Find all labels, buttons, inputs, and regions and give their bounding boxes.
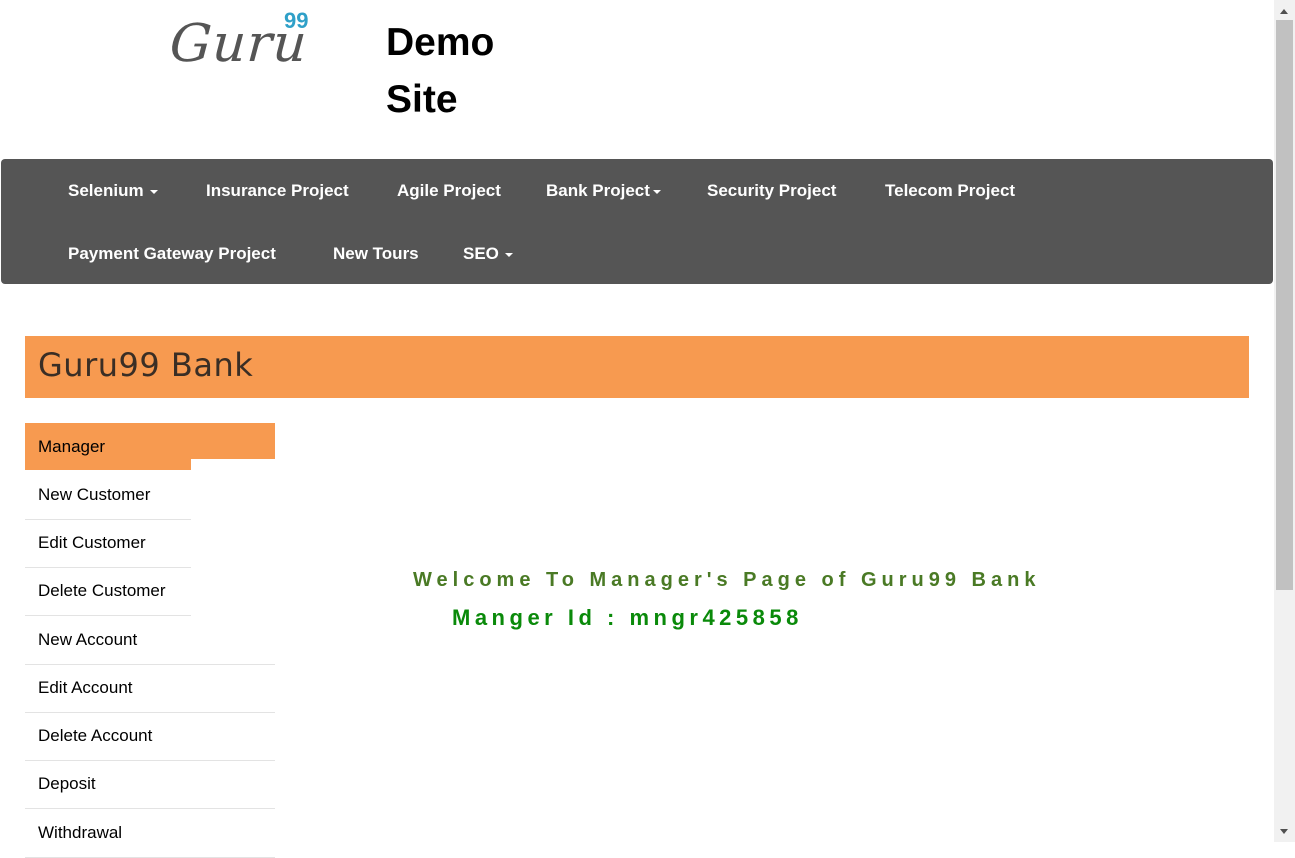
nav-label: Selenium [68, 181, 144, 200]
menu-item-withdrawal[interactable]: Withdrawal [25, 809, 275, 858]
nav-payment-gateway-project[interactable]: Payment Gateway Project [68, 244, 276, 264]
nav-insurance-project[interactable]: Insurance Project [206, 181, 349, 201]
menu-item-edit-customer[interactable]: Edit Customer [25, 519, 191, 568]
nav-label: Telecom Project [885, 181, 1016, 200]
menu-item-label: Edit Account [38, 678, 133, 697]
scroll-down-arrow-icon[interactable] [1280, 829, 1288, 834]
menu-item-manager[interactable]: Manager [25, 423, 275, 459]
nav-label: Security Project [707, 181, 837, 200]
page-scrollbar[interactable] [1274, 0, 1295, 842]
active-item-tab [25, 459, 191, 470]
guru99-logo[interactable]: Guru 99 [168, 8, 320, 74]
nav-label: Agile Project [397, 181, 501, 200]
nav-selenium[interactable]: Selenium [68, 181, 158, 201]
nav-seo[interactable]: SEO [463, 244, 513, 264]
logo-superscript: 99 [284, 8, 309, 33]
caret-down-icon [149, 189, 158, 194]
bank-banner: Guru99 Bank [25, 336, 1249, 398]
menu-item-label: Withdrawal [38, 823, 123, 842]
menu-item-label: Delete Account [38, 726, 153, 745]
nav-label: Insurance Project [206, 181, 349, 200]
menu-item-new-account[interactable]: New Account [25, 616, 275, 665]
nav-security-project[interactable]: Security Project [707, 181, 836, 201]
menu-item-new-customer[interactable]: New Customer [25, 471, 191, 520]
menu-item-deposit[interactable]: Deposit [25, 760, 275, 809]
top-navbar: Selenium Insurance Project Agile Project… [1, 159, 1273, 284]
menu-item-label: Delete Customer [38, 581, 166, 600]
menu-item-edit-account[interactable]: Edit Account [25, 664, 275, 713]
nav-label: SEO [463, 244, 499, 263]
menu-item-label: New Account [38, 630, 138, 649]
site-title: Demo Site [386, 21, 495, 121]
nav-bank-project[interactable]: Bank Project [546, 181, 661, 201]
menu-item-label: New Customer [38, 485, 151, 504]
scroll-up-arrow-icon[interactable] [1280, 9, 1288, 14]
menu-item-label: Edit Customer [38, 533, 146, 552]
scroll-thumb[interactable] [1276, 20, 1293, 590]
caret-down-icon [652, 189, 661, 194]
menu-item-delete-account[interactable]: Delete Account [25, 712, 275, 761]
menu-item-delete-customer[interactable]: Delete Customer [25, 567, 191, 616]
menu-item-label: Manager [38, 437, 106, 456]
nav-new-tours[interactable]: New Tours [333, 244, 419, 264]
menu-item-label: Deposit [38, 774, 96, 793]
nav-telecom-project[interactable]: Telecom Project [885, 181, 1015, 201]
manager-id: Manger Id : mngr425858 [452, 605, 803, 630]
nav-label: Bank Project [546, 181, 650, 200]
nav-label: Payment Gateway Project [68, 244, 276, 263]
bank-title: Guru99 Bank [38, 346, 254, 384]
nav-label: New Tours [333, 244, 419, 263]
welcome-message: Welcome To Manager's Page of Guru99 Bank [413, 569, 1041, 591]
caret-down-icon [504, 252, 513, 257]
nav-agile-project[interactable]: Agile Project [397, 181, 501, 201]
